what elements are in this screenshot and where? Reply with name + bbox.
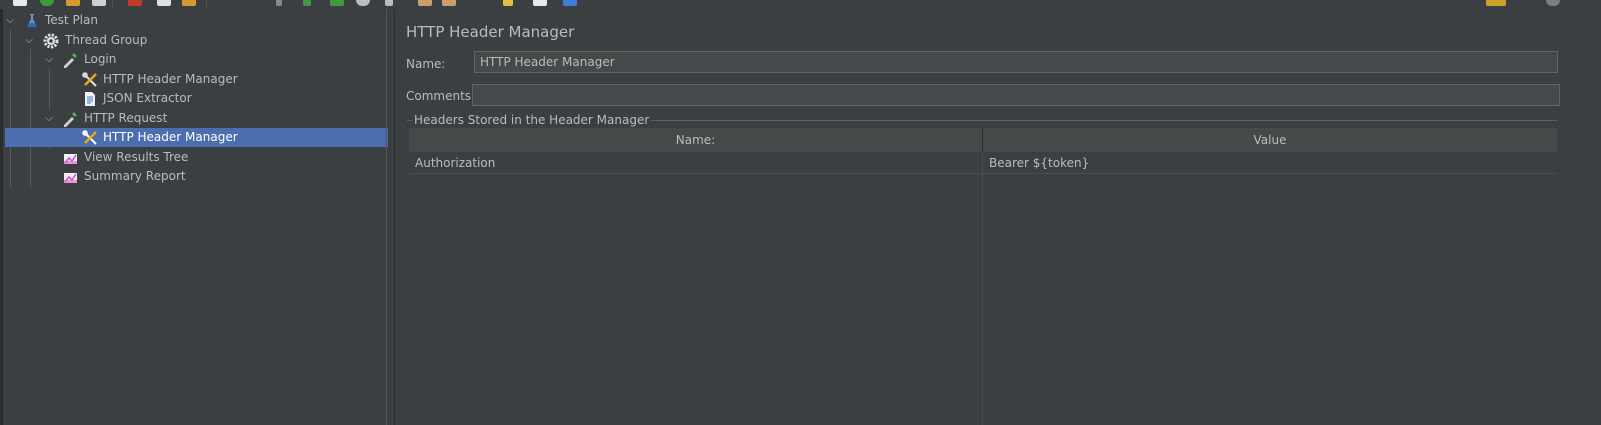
tree-item-label: View Results Tree	[84, 150, 189, 164]
chart-icon	[63, 169, 79, 185]
tree-item-label: Summary Report	[84, 169, 186, 183]
tree-item-thread-group[interactable]: ⌵ Thread Group	[3, 31, 386, 50]
tree-item-http-request[interactable]: ⌵ HTTP Request	[3, 109, 386, 128]
tools-icon	[82, 130, 98, 146]
document-icon	[82, 91, 98, 107]
toolbar	[0, 0, 1601, 9]
header-value-cell[interactable]: Bearer ${token}	[983, 153, 1557, 174]
help-icon[interactable]	[563, 0, 577, 6]
group-title: Headers Stored in the Header Manager	[412, 113, 652, 127]
start-no-pauses-icon[interactable]	[330, 0, 344, 6]
tree-item-label: Thread Group	[65, 33, 148, 47]
chevron-down-icon[interactable]: ⌵	[43, 109, 55, 128]
comments-field[interactable]	[472, 84, 1560, 106]
column-header-value[interactable]: Value	[983, 128, 1557, 152]
chevron-down-icon[interactable]: ⌵	[23, 31, 35, 50]
new-file-icon[interactable]	[13, 0, 27, 6]
column-separator	[982, 152, 983, 425]
tools-icon	[82, 72, 98, 88]
toggle-icon[interactable]	[276, 0, 282, 6]
element-editor: HTTP Header Manager Name: HTTP Header Ma…	[395, 9, 1601, 425]
tree-item-http-header-manager[interactable]: HTTP Header Manager	[3, 70, 386, 89]
headers-table: Name: Value Authorization Bearer ${token…	[409, 128, 1557, 425]
comments-label: Comments:	[406, 89, 476, 103]
start-icon[interactable]	[303, 0, 311, 6]
tree-item-label: Login	[84, 52, 117, 66]
templates-icon[interactable]	[40, 0, 54, 6]
tree-item-label: HTTP Request	[84, 111, 168, 125]
panel-splitter[interactable]	[386, 9, 387, 425]
tree-item-json-extractor[interactable]: JSON Extractor	[3, 89, 386, 108]
save-icon[interactable]	[92, 0, 106, 6]
status-indicator-icon	[1546, 0, 1560, 6]
paste-icon[interactable]	[182, 0, 196, 6]
warning-icon[interactable]	[1486, 0, 1506, 6]
tree-item-summary-report[interactable]: Summary Report	[3, 167, 386, 186]
gear-icon	[43, 33, 59, 49]
shutdown-icon[interactable]	[385, 0, 393, 6]
tree-item-label: JSON Extractor	[103, 91, 192, 105]
chevron-down-icon[interactable]: ⌵	[4, 11, 16, 30]
tree-item-http-header-manager-selected[interactable]: HTTP Header Manager	[5, 128, 388, 147]
tree-item-test-plan[interactable]: ⌵ Test Plan	[3, 11, 386, 30]
test-plan-tree: ⌵ Test Plan ⌵ Thread Group ⌵ Login HTTP …	[3, 9, 394, 425]
name-field[interactable]: HTTP Header Manager	[474, 51, 1558, 73]
pipette-icon	[62, 52, 78, 68]
chart-icon	[63, 150, 79, 166]
tree-item-login[interactable]: ⌵ Login	[3, 50, 386, 69]
open-icon[interactable]	[66, 0, 80, 6]
stop-icon[interactable]	[356, 0, 370, 6]
name-label: Name:	[406, 57, 446, 71]
pipette-icon	[62, 111, 78, 127]
cut-icon[interactable]	[128, 0, 142, 6]
clear-icon[interactable]	[418, 0, 432, 6]
toolbar-separator	[112, 0, 113, 7]
tree-item-label: HTTP Header Manager	[103, 130, 238, 144]
function-helper-icon[interactable]	[533, 0, 547, 6]
clear-all-icon[interactable]	[442, 0, 456, 6]
flask-icon	[24, 13, 40, 29]
tree-item-label: Test Plan	[45, 13, 98, 27]
chevron-down-icon[interactable]: ⌵	[43, 50, 55, 69]
search-icon[interactable]	[503, 0, 513, 6]
toolbar-separator	[206, 0, 207, 7]
page-title: HTTP Header Manager	[406, 23, 575, 41]
header-name-cell[interactable]: Authorization	[409, 153, 982, 174]
copy-icon[interactable]	[157, 0, 171, 6]
tree-item-label: HTTP Header Manager	[103, 72, 238, 86]
column-header-name[interactable]: Name:	[409, 128, 983, 152]
tree-item-view-results-tree[interactable]: View Results Tree	[3, 148, 386, 167]
